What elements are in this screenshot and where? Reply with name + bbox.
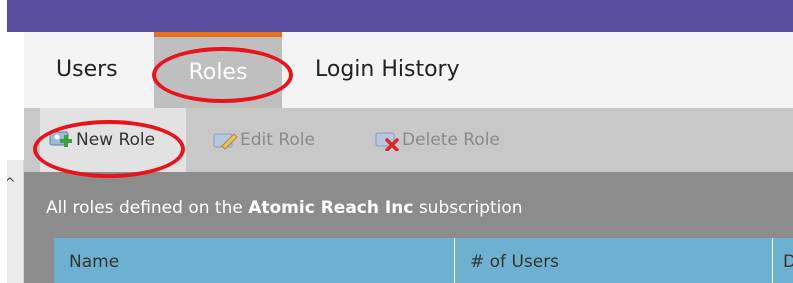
top-banner: [0, 0, 793, 32]
description-prefix: All roles defined on the: [46, 198, 249, 218]
tab-users[interactable]: Users: [56, 32, 118, 108]
column-header-description[interactable]: D: [773, 238, 793, 283]
column-header-name[interactable]: Name: [54, 238, 455, 283]
new-role-button[interactable]: New Role: [40, 108, 186, 172]
roles-description: All roles defined on the Atomic Reach In…: [46, 198, 523, 218]
tab-roles[interactable]: Roles: [154, 32, 282, 108]
delete-role-label: Delete Role: [402, 130, 500, 150]
tab-bar: Users Roles Login History: [24, 32, 793, 108]
edit-role-button[interactable]: Edit Role: [212, 108, 315, 172]
delete-role-icon: [375, 132, 399, 151]
description-suffix: subscription: [413, 198, 523, 218]
new-role-label: New Role: [76, 130, 156, 150]
new-role-icon: [49, 131, 72, 147]
tab-login-history[interactable]: Login History: [315, 32, 460, 108]
edit-role-icon: [213, 133, 238, 150]
column-header-users[interactable]: # of Users: [455, 238, 773, 283]
toolbar: New Role Edit Role Delete Role: [24, 108, 793, 172]
roles-table-header: Name # of Users D: [54, 238, 793, 283]
left-gutter: [0, 0, 7, 283]
edit-role-label: Edit Role: [240, 130, 315, 150]
roles-panel: All roles defined on the Atomic Reach In…: [24, 172, 793, 283]
delete-role-button[interactable]: Delete Role: [374, 108, 500, 172]
subscription-name: Atomic Reach Inc: [248, 198, 414, 218]
